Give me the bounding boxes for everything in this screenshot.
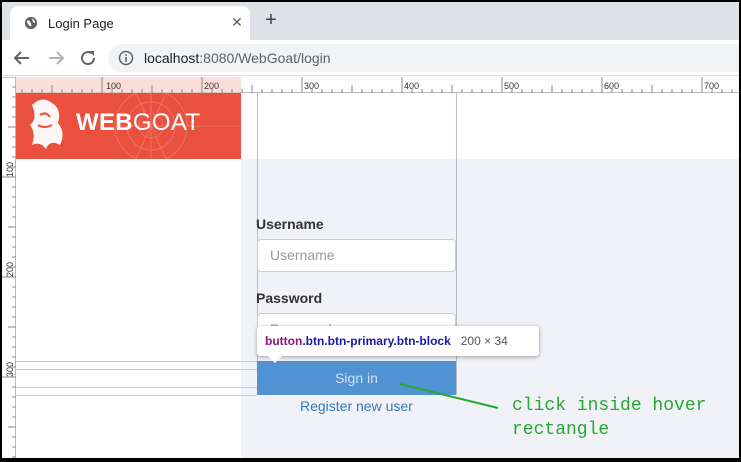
annotation-line-2: rectangle	[512, 420, 610, 440]
annotation-arrow	[399, 383, 499, 409]
browser-window: Login Page ✕ + localhost:8080/WebGoat/lo…	[2, 2, 739, 458]
annotation-line-1: click inside hover	[512, 396, 707, 416]
annotation-text: click inside hover rectangle	[512, 394, 706, 442]
